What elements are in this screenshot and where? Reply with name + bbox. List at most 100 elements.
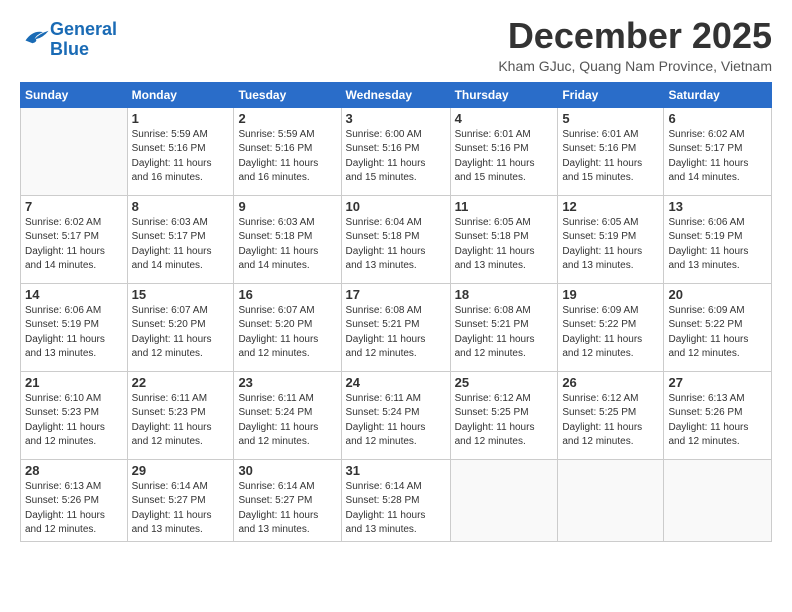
weekday-header-thursday: Thursday xyxy=(450,82,558,107)
calendar-cell: 9 Sunrise: 6:03 AMSunset: 5:18 PMDaylight… xyxy=(234,195,341,283)
calendar-week-row: 14 Sunrise: 6:06 AMSunset: 5:19 PMDayligh… xyxy=(21,283,772,371)
day-info: Sunrise: 5:59 AMSunset: 5:16 PMDaylight:… xyxy=(238,128,336,186)
weekday-header-friday: Friday xyxy=(558,82,664,107)
day-info: Sunrise: 6:08 AMSunset: 5:21 PMDaylight:… xyxy=(455,304,554,362)
calendar-cell: 4Sunrise: 6:01 AMSunset: 5:16 PMDaylight… xyxy=(450,107,558,195)
weekday-header-row: SundayMondayTuesdayWednesdayThursdayFrid… xyxy=(21,82,772,107)
calendar-cell: 6Sunrise: 6:02 AMSunset: 5:17 PMDaylight… xyxy=(664,107,772,195)
day-info: Sunrise: 6:14 AMSunset: 5:27 PMDaylight:… xyxy=(132,480,230,538)
day-info: Sunrise: 6:07 AMSunset: 5:20 PMDaylight:… xyxy=(132,304,230,362)
calendar-week-row: 1 Sunrise: 5:59 AMSunset: 5:16 PMDaylight… xyxy=(21,107,772,195)
day-number: 6 xyxy=(668,111,767,126)
day-number: 5 xyxy=(562,111,659,126)
day-info: Sunrise: 6:12 AMSunset: 5:25 PMDaylight:… xyxy=(562,392,659,450)
logo: General Blue xyxy=(20,20,117,60)
day-number: 25 xyxy=(455,375,554,390)
day-info: Sunrise: 6:12 AMSunset: 5:25 PMDaylight:… xyxy=(455,392,554,450)
logo-text: General Blue xyxy=(50,20,117,60)
day-info: Sunrise: 6:11 AMSunset: 5:24 PMDaylight:… xyxy=(238,392,336,450)
weekday-header-sunday: Sunday xyxy=(21,82,128,107)
day-info: Sunrise: 6:01 AMSunset: 5:16 PMDaylight:… xyxy=(455,128,554,186)
calendar-cell xyxy=(450,459,558,541)
day-info: Sunrise: 6:14 AMSunset: 5:28 PMDaylight:… xyxy=(346,480,446,538)
day-number: 14 xyxy=(25,287,123,302)
day-info: Sunrise: 6:02 AMSunset: 5:17 PMDaylight:… xyxy=(25,216,123,274)
day-info: Sunrise: 6:08 AMSunset: 5:21 PMDaylight:… xyxy=(346,304,446,362)
day-info: Sunrise: 6:03 AMSunset: 5:17 PMDaylight:… xyxy=(132,216,230,274)
calendar-cell: 13Sunrise: 6:06 AMSunset: 5:19 PMDayligh… xyxy=(664,195,772,283)
weekday-header-wednesday: Wednesday xyxy=(341,82,450,107)
calendar-cell: 16 Sunrise: 6:07 AMSunset: 5:20 PMDayligh… xyxy=(234,283,341,371)
weekday-header-saturday: Saturday xyxy=(664,82,772,107)
calendar-cell: 14 Sunrise: 6:06 AMSunset: 5:19 PMDayligh… xyxy=(21,283,128,371)
calendar-cell: 22 Sunrise: 6:11 AMSunset: 5:23 PMDayligh… xyxy=(127,371,234,459)
calendar-cell: 17 Sunrise: 6:08 AMSunset: 5:21 PMDayligh… xyxy=(341,283,450,371)
calendar-cell: 8Sunrise: 6:03 AMSunset: 5:17 PMDaylight… xyxy=(127,195,234,283)
calendar-cell: 18 Sunrise: 6:08 AMSunset: 5:21 PMDayligh… xyxy=(450,283,558,371)
calendar-cell: 19Sunrise: 6:09 AMSunset: 5:22 PMDayligh… xyxy=(558,283,664,371)
day-info: Sunrise: 6:05 AMSunset: 5:19 PMDaylight:… xyxy=(562,216,659,274)
day-info: Sunrise: 6:00 AMSunset: 5:16 PMDaylight:… xyxy=(346,128,446,186)
day-info: Sunrise: 6:01 AMSunset: 5:16 PMDaylight:… xyxy=(562,128,659,186)
day-info: Sunrise: 6:13 AMSunset: 5:26 PMDaylight:… xyxy=(25,480,123,538)
calendar-cell: 25 Sunrise: 6:12 AMSunset: 5:25 PMDayligh… xyxy=(450,371,558,459)
weekday-header-monday: Monday xyxy=(127,82,234,107)
calendar-table: SundayMondayTuesdayWednesdayThursdayFrid… xyxy=(20,82,772,542)
calendar-cell: 3 Sunrise: 6:00 AMSunset: 5:16 PMDaylight… xyxy=(341,107,450,195)
calendar-cell: 7 Sunrise: 6:02 AMSunset: 5:17 PMDaylight… xyxy=(21,195,128,283)
day-number: 9 xyxy=(238,199,336,214)
day-number: 29 xyxy=(132,463,230,478)
day-number: 28 xyxy=(25,463,123,478)
day-number: 17 xyxy=(346,287,446,302)
day-info: Sunrise: 6:11 AMSunset: 5:23 PMDaylight:… xyxy=(132,392,230,450)
title-block: December 2025 Kham GJuc, Quang Nam Provi… xyxy=(498,16,772,74)
day-info: Sunrise: 6:04 AMSunset: 5:18 PMDaylight:… xyxy=(346,216,446,274)
header: General Blue December 2025 Kham GJuc, Qu… xyxy=(20,16,772,74)
day-number: 20 xyxy=(668,287,767,302)
calendar-cell: 29 Sunrise: 6:14 AMSunset: 5:27 PMDayligh… xyxy=(127,459,234,541)
day-number: 18 xyxy=(455,287,554,302)
day-number: 3 xyxy=(346,111,446,126)
calendar-cell: 31 Sunrise: 6:14 AMSunset: 5:28 PMDayligh… xyxy=(341,459,450,541)
day-info: Sunrise: 6:14 AMSunset: 5:27 PMDaylight:… xyxy=(238,480,336,538)
calendar-cell: 1 Sunrise: 5:59 AMSunset: 5:16 PMDaylight… xyxy=(127,107,234,195)
calendar-week-row: 21Sunrise: 6:10 AMSunset: 5:23 PMDayligh… xyxy=(21,371,772,459)
day-info: Sunrise: 6:13 AMSunset: 5:26 PMDaylight:… xyxy=(668,392,767,450)
day-info: Sunrise: 6:07 AMSunset: 5:20 PMDaylight:… xyxy=(238,304,336,362)
calendar-cell: 28 Sunrise: 6:13 AMSunset: 5:26 PMDayligh… xyxy=(21,459,128,541)
logo-icon xyxy=(22,26,50,48)
calendar-cell xyxy=(664,459,772,541)
day-number: 11 xyxy=(455,199,554,214)
day-number: 21 xyxy=(25,375,123,390)
calendar-cell: 10 Sunrise: 6:04 AMSunset: 5:18 PMDayligh… xyxy=(341,195,450,283)
day-info: Sunrise: 6:03 AMSunset: 5:18 PMDaylight:… xyxy=(238,216,336,274)
calendar-cell: 23Sunrise: 6:11 AMSunset: 5:24 PMDayligh… xyxy=(234,371,341,459)
day-number: 13 xyxy=(668,199,767,214)
calendar-week-row: 28 Sunrise: 6:13 AMSunset: 5:26 PMDayligh… xyxy=(21,459,772,541)
day-number: 27 xyxy=(668,375,767,390)
day-info: Sunrise: 6:06 AMSunset: 5:19 PMDaylight:… xyxy=(25,304,123,362)
calendar-cell: 2Sunrise: 5:59 AMSunset: 5:16 PMDaylight… xyxy=(234,107,341,195)
calendar-cell: 5 Sunrise: 6:01 AMSunset: 5:16 PMDaylight… xyxy=(558,107,664,195)
day-number: 7 xyxy=(25,199,123,214)
calendar-cell: 11Sunrise: 6:05 AMSunset: 5:18 PMDayligh… xyxy=(450,195,558,283)
month-title: December 2025 xyxy=(498,16,772,56)
calendar-cell: 26Sunrise: 6:12 AMSunset: 5:25 PMDayligh… xyxy=(558,371,664,459)
calendar-cell: 24 Sunrise: 6:11 AMSunset: 5:24 PMDayligh… xyxy=(341,371,450,459)
calendar-cell: 15Sunrise: 6:07 AMSunset: 5:20 PMDayligh… xyxy=(127,283,234,371)
calendar-cell xyxy=(21,107,128,195)
day-number: 24 xyxy=(346,375,446,390)
day-number: 16 xyxy=(238,287,336,302)
day-info: Sunrise: 6:09 AMSunset: 5:22 PMDaylight:… xyxy=(562,304,659,362)
page-container: General Blue December 2025 Kham GJuc, Qu… xyxy=(0,0,792,552)
weekday-header-tuesday: Tuesday xyxy=(234,82,341,107)
day-number: 10 xyxy=(346,199,446,214)
logo-line1: General xyxy=(50,19,117,39)
calendar-cell: 12Sunrise: 6:05 AMSunset: 5:19 PMDayligh… xyxy=(558,195,664,283)
day-number: 1 xyxy=(132,111,230,126)
day-number: 31 xyxy=(346,463,446,478)
day-number: 22 xyxy=(132,375,230,390)
day-info: Sunrise: 5:59 AMSunset: 5:16 PMDaylight:… xyxy=(132,128,230,186)
logo-line2: Blue xyxy=(50,39,89,59)
day-info: Sunrise: 6:11 AMSunset: 5:24 PMDaylight:… xyxy=(346,392,446,450)
